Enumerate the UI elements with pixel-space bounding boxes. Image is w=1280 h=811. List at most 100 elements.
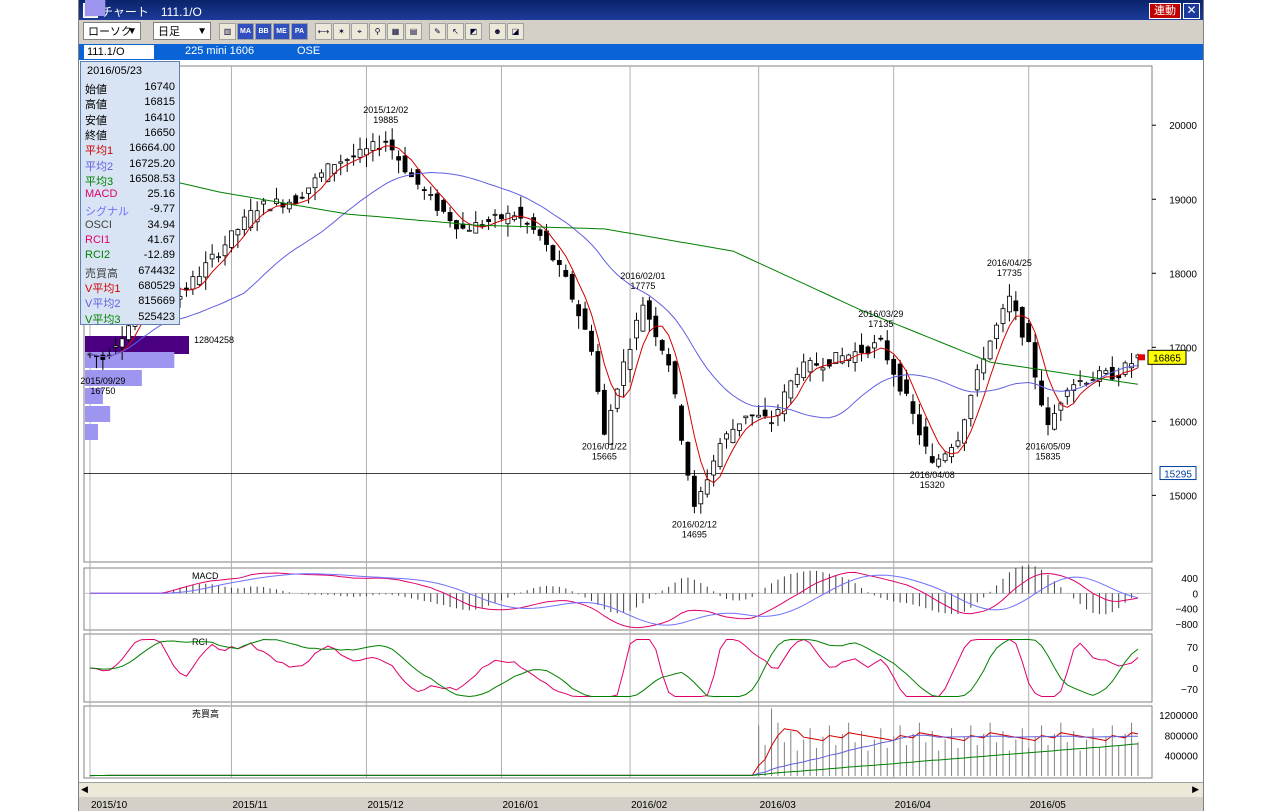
candle-body: [415, 169, 421, 185]
annotation-date: 2016/01/22: [582, 441, 627, 451]
candle-body: [190, 276, 196, 290]
ma-long-line: [89, 161, 1139, 385]
candle-body: [717, 443, 723, 468]
candle-body: [589, 330, 594, 352]
candle-body: [338, 161, 344, 164]
data-window-value: 16650: [144, 126, 175, 139]
data-window-row: 安値 16410: [85, 112, 177, 128]
data-window-value: 815669: [138, 295, 175, 308]
annotation-date: 2016/02/12: [672, 519, 717, 529]
candle-body: [897, 363, 903, 392]
candle-body: [428, 194, 434, 196]
data-window-row: V平均2 815669: [85, 295, 177, 311]
candle-body: [756, 414, 762, 418]
candle-body: [711, 460, 717, 476]
volume-tick-label: 1200000: [1159, 711, 1198, 722]
candle-body: [929, 456, 935, 463]
data-window-value: 41.67: [147, 234, 175, 246]
candle-body: [454, 220, 459, 230]
candle-body: [788, 380, 794, 399]
data-window-value: 16725.20: [129, 157, 175, 170]
data-window-key: MACD: [85, 188, 118, 201]
candle-body: [672, 361, 678, 395]
candle-body: [749, 414, 755, 417]
data-window-date: 2016/05/23: [87, 65, 143, 77]
macd-tick-label: −800: [1175, 620, 1198, 631]
date-tick-label: 2016/02: [631, 800, 668, 811]
candle-body: [820, 367, 826, 371]
candle-body: [241, 216, 247, 230]
volume-ma-long-line: [89, 743, 1139, 777]
candle-body: [1039, 380, 1044, 406]
volume-profile-bar: [85, 352, 175, 368]
candle-body: [1013, 300, 1019, 312]
candle-body: [222, 244, 228, 257]
data-window-key: V平均3: [85, 313, 121, 326]
volume-profile-bar: [85, 406, 111, 422]
candle-body: [923, 426, 929, 447]
candle-body: [286, 201, 292, 210]
candle-body: [962, 419, 967, 444]
candle-body: [293, 195, 299, 204]
price-panel-frame: [83, 65, 1153, 563]
candle-body: [1090, 379, 1096, 382]
candle-body: [1019, 307, 1025, 338]
candle-body: [434, 193, 440, 211]
rci-slow-line: [89, 638, 1139, 698]
data-window-row: 平均1 16664.00: [85, 142, 177, 158]
candle-body: [646, 300, 652, 320]
candle-body: [319, 172, 324, 178]
data-window-value: 525423: [138, 310, 175, 323]
candle-body: [524, 222, 530, 225]
candle-body: [936, 458, 942, 467]
candle-body: [402, 155, 408, 173]
volume-profile-bar: [85, 424, 98, 440]
volume-label: 売買高: [192, 708, 219, 719]
data-window-value: 16740: [144, 81, 175, 93]
date-tick-label: 2016/04: [895, 800, 932, 811]
data-window-key: シグナル: [85, 206, 129, 219]
candle-body: [608, 409, 614, 445]
candle-body: [229, 230, 234, 248]
date-tick-label: 2015/10: [91, 800, 128, 811]
data-window-key: 売買高: [85, 267, 118, 280]
annotation-date: 2016/04/25: [987, 258, 1032, 268]
data-window-value: 680529: [138, 279, 175, 292]
data-window-row: V平均1 680529: [85, 280, 177, 296]
rci-tick-label: −70: [1181, 685, 1198, 696]
candle-body: [627, 349, 633, 370]
annotation-value: 14695: [682, 529, 707, 539]
candle-body: [987, 340, 993, 360]
candle-body: [942, 453, 948, 462]
candle-body: [743, 415, 749, 419]
data-window-row: RCI1 41.67: [85, 234, 177, 250]
price-tick-label: 15000: [1169, 491, 1197, 502]
volume-tick-label: 400000: [1165, 752, 1199, 763]
candle-body: [421, 189, 427, 191]
candle-body: [859, 344, 864, 354]
data-window-row: 平均3 16508.53: [85, 173, 177, 189]
candle-body: [1007, 295, 1012, 313]
candle-body: [396, 156, 402, 161]
data-window-value: 25.16: [147, 188, 175, 201]
candle-body: [698, 491, 704, 505]
data-window-key: OSCI: [85, 218, 112, 231]
candle-body: [1026, 323, 1032, 342]
candle-body: [1077, 380, 1083, 382]
candle-body: [1045, 407, 1051, 426]
candle-body: [878, 337, 884, 340]
candle-body: [659, 340, 665, 351]
data-window-value: 34.94: [147, 218, 175, 231]
data-window-row: 高値 16815: [85, 96, 177, 112]
candle-body: [486, 219, 492, 222]
candle-body: [1103, 370, 1109, 374]
annotation-value: 16750: [90, 386, 115, 396]
annotation-date: 2016/02/01: [620, 271, 665, 281]
candle-body: [724, 433, 729, 440]
last-price-marker: [1138, 354, 1145, 361]
date-tick-label: 2015/11: [232, 800, 268, 811]
macd-signal-line: [90, 573, 1139, 626]
candle-body: [994, 324, 999, 340]
candle-body: [621, 361, 627, 386]
rci-tick-label: 70: [1187, 643, 1199, 654]
